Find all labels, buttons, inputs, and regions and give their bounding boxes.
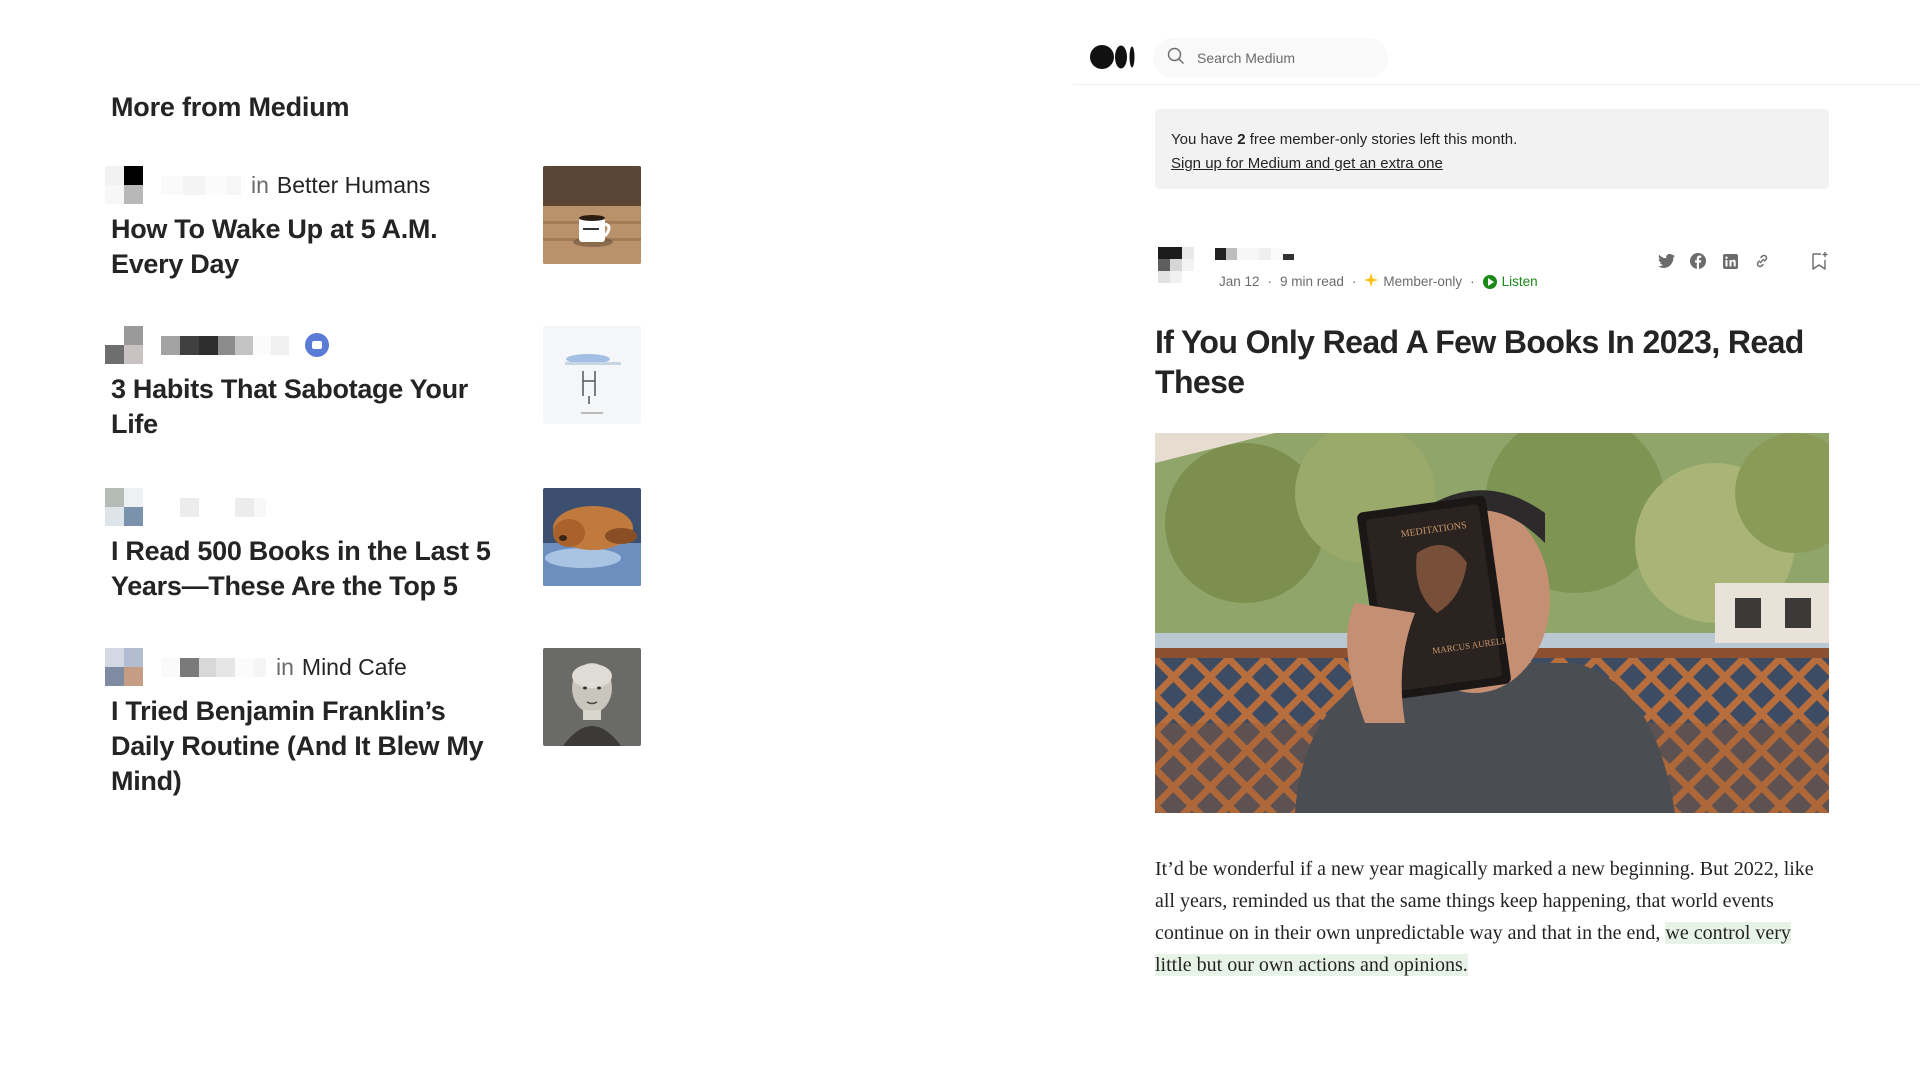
play-icon — [1482, 274, 1497, 289]
medium-logo-icon[interactable] — [1090, 44, 1136, 70]
copy-link-icon[interactable] — [1753, 252, 1771, 270]
author-name-redacted[interactable] — [161, 175, 241, 195]
article-body-paragraph: It’d be wonderful if a new year magicall… — [1155, 853, 1829, 981]
section-title: More from Medium — [111, 92, 350, 122]
author-name-redacted[interactable] — [161, 335, 289, 355]
listen-button[interactable]: Listen — [1482, 274, 1538, 289]
publication-name[interactable]: Better Humans — [277, 172, 430, 199]
search-icon — [1167, 47, 1185, 70]
author-avatar[interactable] — [105, 166, 143, 204]
banner-text: You have 2 free member-only stories left… — [1171, 128, 1813, 152]
search-input[interactable] — [1197, 50, 1367, 66]
article-title: If You Only Read A Few Books In 2023, Re… — [1155, 324, 1804, 400]
separator: · — [1470, 274, 1475, 289]
author-avatar[interactable] — [1158, 247, 1194, 283]
star-icon — [1364, 273, 1379, 290]
top-nav — [1073, 30, 1920, 85]
sketch-illustration[interactable] — [543, 326, 641, 424]
separator: · — [1267, 274, 1273, 289]
author-name-redacted[interactable] — [161, 497, 266, 517]
bookmark-add-icon[interactable] — [1811, 252, 1829, 270]
listen-label: Listen — [1501, 274, 1538, 289]
story-title[interactable]: I Tried Benjamin Franklin’s Daily Routin… — [111, 694, 511, 799]
member-only-text: Member-only — [1383, 274, 1463, 289]
author-name-redacted[interactable] — [1215, 248, 1294, 260]
benjamin-franklin-portrait[interactable] — [543, 648, 641, 746]
author-avatar[interactable] — [105, 488, 143, 526]
author-avatar[interactable] — [105, 326, 143, 364]
twitter-icon[interactable] — [1657, 252, 1675, 270]
linkedin-icon[interactable] — [1721, 252, 1739, 270]
article-byline: Jan 12 · 9 min read · Member-only · List… — [1155, 246, 1829, 294]
read-time: 9 min read — [1280, 274, 1344, 289]
story-card[interactable]: in Mind Cafe I Tried Benjamin Franklin’s… — [105, 648, 671, 796]
in-word: in — [276, 653, 294, 680]
verified-badge-icon — [305, 333, 329, 357]
author-avatar[interactable] — [105, 648, 143, 686]
separator: · — [1351, 274, 1357, 289]
banner-text-before: You have — [1171, 131, 1238, 148]
share-actions — [1657, 252, 1829, 270]
facebook-icon[interactable] — [1689, 252, 1707, 270]
author-name-redacted[interactable] — [161, 657, 266, 677]
article-meta: Jan 12 · 9 min read · Member-only · List… — [1219, 273, 1538, 290]
hero-image: MEDITATIONS MARCUS AURELIUS — [1155, 433, 1829, 813]
story-title[interactable]: 3 Habits That Sabotage Your Life — [111, 372, 511, 442]
story-card[interactable]: 3 Habits That Sabotage Your Life — [105, 326, 671, 446]
in-word: in — [251, 171, 269, 198]
signup-link[interactable]: Sign up for Medium and get an extra one — [1171, 155, 1443, 172]
member-only-label: Member-only — [1364, 273, 1462, 290]
story-title[interactable]: I Read 500 Books in the Last 5 Years—The… — [111, 534, 511, 604]
story-title[interactable]: How To Wake Up at 5 A.M. Every Day — [111, 212, 511, 282]
publication-name[interactable]: Mind Cafe — [302, 654, 407, 681]
story-card[interactable]: I Read 500 Books in the Last 5 Years—The… — [105, 488, 671, 608]
more-from-medium: More from Medium — [111, 92, 671, 157]
banner-text-after: free member-only stories left this month… — [1245, 131, 1518, 148]
publish-date: Jan 12 — [1219, 274, 1260, 289]
story-card[interactable]: in Better Humans How To Wake Up at 5 A.M… — [105, 166, 671, 286]
member-limit-banner: You have 2 free member-only stories left… — [1155, 109, 1829, 189]
sleeping-dog-photo[interactable] — [543, 488, 641, 586]
search-box[interactable] — [1153, 38, 1388, 78]
page: More from Medium in Better Humans How To… — [0, 0, 1920, 1080]
coffee-cup-photo[interactable] — [543, 166, 641, 264]
free-stories-count: 2 — [1237, 131, 1246, 148]
